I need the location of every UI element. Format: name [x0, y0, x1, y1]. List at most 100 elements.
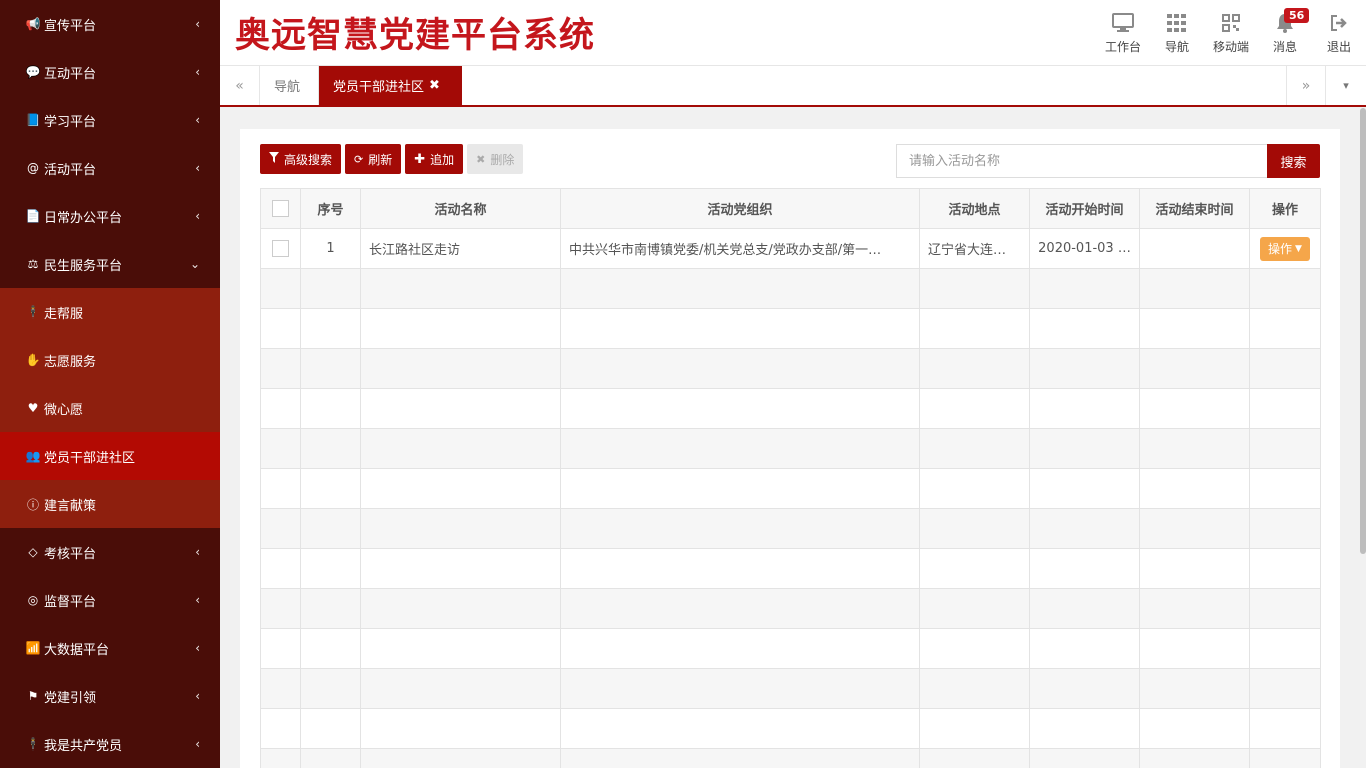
- advanced-search-button[interactable]: 高级搜索: [260, 144, 342, 174]
- empty-cell: [560, 548, 920, 589]
- empty-cell: [360, 388, 561, 429]
- sidebar-item[interactable]: ◇ 考核平台 ‹: [0, 528, 220, 576]
- sidebar-item[interactable]: 📄 日常办公平台 ‹: [0, 192, 220, 240]
- empty-cell: [1029, 388, 1140, 429]
- delete-button[interactable]: ✖ 删除: [467, 144, 524, 174]
- logout-button[interactable]: 退出: [1312, 0, 1366, 66]
- activity-name: 长江路社区走访: [360, 228, 561, 269]
- users-icon: 👥: [25, 449, 41, 463]
- empty-cell: [919, 668, 1030, 709]
- sidebar-item[interactable]: @ 活动平台 ‹: [0, 144, 220, 192]
- column-header[interactable]: 活动党组织: [560, 188, 920, 229]
- mobile-button[interactable]: 移动端: [1204, 0, 1258, 66]
- empty-cell: [260, 748, 301, 768]
- empty-cell: [1029, 668, 1140, 709]
- sidebar-item-label: 微心愿: [44, 402, 84, 418]
- action-dropdown-button[interactable]: 操作 ▼: [1260, 236, 1310, 261]
- grid-icon: [1167, 12, 1187, 34]
- tab-navigation[interactable]: 导航: [260, 66, 319, 105]
- sidebar-item[interactable]: 🕴 我是共产党员 ‹: [0, 720, 220, 768]
- empty-cell: [560, 428, 920, 469]
- column-header[interactable]: 活动结束时间: [1139, 188, 1250, 229]
- refresh-icon: ⟳: [354, 152, 364, 166]
- tab-menu-dropdown[interactable]: ▾: [1326, 66, 1366, 105]
- column-header[interactable]: 活动地点: [919, 188, 1030, 229]
- tab-party-cadres-community[interactable]: 党员干部进社区 ✖: [319, 66, 462, 105]
- sidebar-item[interactable]: 📢 宣传平台 ‹: [0, 0, 220, 48]
- empty-cell: [300, 348, 361, 389]
- sidebar-subitem[interactable]: ♥ 微心愿: [0, 384, 220, 432]
- empty-cell: [1139, 668, 1250, 709]
- empty-cell: [919, 308, 1030, 349]
- balance-scale-icon: ⚖: [27, 257, 39, 271]
- sidebar-subitem[interactable]: ⓘ 建言献策: [0, 480, 220, 528]
- empty-cell: [1139, 468, 1250, 509]
- sidebar-subitem[interactable]: 🕴 走帮服: [0, 288, 220, 336]
- action-cell: 操作 ▼: [1249, 228, 1321, 269]
- select-all-checkbox[interactable]: [272, 200, 289, 217]
- add-button[interactable]: ✚ 追加: [405, 144, 464, 174]
- column-header[interactable]: 活动开始时间: [1029, 188, 1140, 229]
- empty-cell: [1029, 628, 1140, 669]
- refresh-button[interactable]: ⟳ 刷新: [345, 144, 402, 174]
- empty-cell: [1139, 548, 1250, 589]
- chevron-left-icon: ‹: [195, 641, 200, 655]
- search-input[interactable]: [896, 144, 1267, 178]
- empty-cell: [260, 628, 301, 669]
- empty-cell: [360, 748, 561, 768]
- tab-scroll-right-button[interactable]: »: [1286, 66, 1326, 105]
- empty-cell: [300, 308, 361, 349]
- messages-button[interactable]: 56 消息: [1258, 0, 1312, 66]
- member-icon: 🕴: [25, 737, 41, 751]
- search-bar: 搜索: [896, 144, 1320, 178]
- empty-table-row: [260, 668, 1321, 709]
- workbench-button[interactable]: 工作台: [1096, 0, 1150, 66]
- sidebar-item[interactable]: ⚖ 民生服务平台 ⌄: [0, 240, 220, 288]
- logout-icon: [1330, 12, 1348, 34]
- sidebar-item[interactable]: 💬 互动平台 ‹: [0, 48, 220, 96]
- empty-cell: [300, 428, 361, 469]
- sidebar-item[interactable]: 📶 大数据平台 ‹: [0, 624, 220, 672]
- table-row[interactable]: 1 长江路社区走访 中共兴华市南博镇党委/机关党总支/党政办支部/第一… 辽宁省…: [260, 228, 1321, 269]
- sidebar-item[interactable]: ◎ 监督平台 ‹: [0, 576, 220, 624]
- empty-cell: [1029, 588, 1140, 629]
- empty-table-row: [260, 468, 1321, 509]
- empty-cell: [300, 548, 361, 589]
- activity-org: 中共兴华市南博镇党委/机关党总支/党政办支部/第一…: [560, 228, 920, 269]
- page-scrollbar[interactable]: [1360, 108, 1366, 554]
- tab-scroll-left-button[interactable]: «: [220, 66, 260, 105]
- sidebar-subitem[interactable]: 👥 党员干部进社区: [0, 432, 220, 480]
- empty-cell: [360, 668, 561, 709]
- chevron-left-icon: ‹: [195, 737, 200, 751]
- sidebar-item-label: 大数据平台: [44, 642, 110, 658]
- sidebar-item-label: 党建引领: [44, 690, 97, 706]
- search-button[interactable]: 搜索: [1267, 144, 1320, 178]
- sidebar-item[interactable]: ⚑ 党建引领 ‹: [0, 672, 220, 720]
- empty-cell: [360, 348, 561, 389]
- app-title: 奥远智慧党建平台系统: [235, 15, 596, 56]
- sidebar-subitem[interactable]: ✋ 志愿服务: [0, 336, 220, 384]
- row-checkbox[interactable]: [272, 240, 289, 257]
- mobile-label: 移动端: [1212, 39, 1249, 54]
- column-header[interactable]: 序号: [300, 188, 361, 229]
- navigation-button[interactable]: 导航: [1150, 0, 1204, 66]
- sidebar-item[interactable]: 📘 学习平台 ‹: [0, 96, 220, 144]
- chevron-left-icon: ‹: [195, 161, 200, 175]
- workbench-label: 工作台: [1104, 39, 1141, 54]
- empty-cell: [560, 708, 920, 749]
- empty-cell: [360, 468, 561, 509]
- empty-cell: [260, 428, 301, 469]
- empty-cell: [360, 268, 561, 309]
- empty-cell: [560, 508, 920, 549]
- column-header[interactable]: 活动名称: [360, 188, 561, 229]
- empty-table-row: [260, 708, 1321, 749]
- empty-cell: [300, 468, 361, 509]
- header: 奥远智慧党建平台系统 工作台 导航 移动端 56 消息 退出: [220, 0, 1366, 66]
- sidebar-item-label: 互动平台: [44, 66, 97, 82]
- sidebar-item-label: 学习平台: [44, 114, 97, 130]
- empty-cell: [1249, 508, 1321, 549]
- empty-cell: [919, 348, 1030, 389]
- close-icon[interactable]: ✖: [429, 78, 440, 93]
- empty-cell: [260, 548, 301, 589]
- empty-cell: [1029, 708, 1140, 749]
